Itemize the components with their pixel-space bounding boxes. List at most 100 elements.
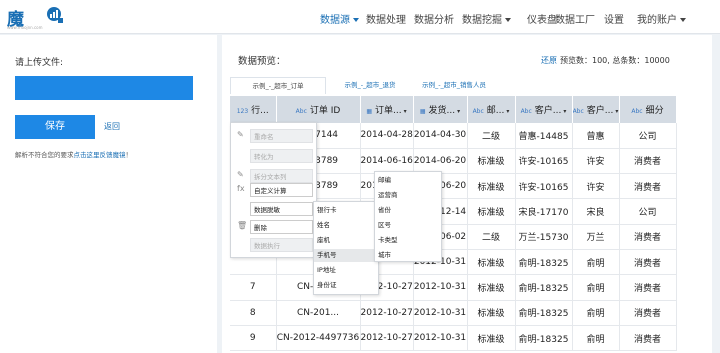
table-cell: 俞明 bbox=[572, 274, 620, 301]
column-name: 客户... bbox=[586, 106, 614, 116]
table-cell: 消费者 bbox=[619, 224, 677, 250]
chevron-down-icon[interactable]: ▾ bbox=[563, 108, 566, 115]
nav-item-5[interactable]: 数据工厂 bbox=[555, 11, 595, 26]
mask-submenu-item[interactable]: 姓名 bbox=[317, 219, 330, 232]
nav-item-3[interactable]: 数据挖掘 bbox=[462, 11, 511, 26]
column-header[interactable]: ▦ 订单... ▾ bbox=[360, 96, 414, 123]
nav-item-1[interactable]: 数据处理 bbox=[366, 11, 406, 26]
column-type-icon: Abc bbox=[472, 108, 484, 115]
table-cell: 标准级 bbox=[467, 148, 516, 175]
region-submenu-item[interactable]: 区号 bbox=[378, 219, 391, 232]
column-header[interactable]: Abc 订单 ID bbox=[276, 96, 361, 123]
hint-end: ！ bbox=[125, 151, 133, 159]
table-cell: 8 bbox=[230, 300, 277, 326]
context-menu-item[interactable]: 数据脱敏 bbox=[250, 202, 313, 216]
tab-orders[interactable]: 示例_-_超市_订单 bbox=[230, 77, 326, 94]
feedback-hint: 解析不符合您的要求点击这里反馈魔镜！ bbox=[15, 149, 132, 159]
table-header-row: 123 行... Abc 订单 ID ▦ 订单... ▾ ▦ 发货... ▾ Abc 邮... ▾ Abc… bbox=[230, 96, 677, 123]
chevron-down-icon bbox=[505, 18, 511, 22]
table-cell: 曾惠 bbox=[572, 123, 620, 149]
chevron-down-icon[interactable]: ▾ bbox=[506, 108, 509, 115]
table-cell: 俞明 bbox=[572, 300, 620, 326]
table-cell: 消费者 bbox=[619, 249, 677, 276]
table-cell: 2014-04-30 bbox=[413, 123, 468, 149]
table-cell: 2014-06-20 bbox=[413, 148, 468, 175]
table-cell: 许安 bbox=[572, 148, 620, 175]
table-cell: 标准级 bbox=[467, 173, 516, 200]
chevron-down-icon[interactable]: ▾ bbox=[457, 108, 460, 115]
mask-submenu-item[interactable]: 身份证 bbox=[317, 279, 337, 292]
top-navbar: 魔镜 www.moojnn.com 数据源数据处理数据分析数据挖掘仪表盘数据工厂… bbox=[0, 0, 720, 55]
chevron-down-icon bbox=[680, 18, 686, 22]
table-cell: 俞明-18325 bbox=[515, 300, 573, 326]
table-cell: 标准级 bbox=[467, 198, 516, 225]
table-cell: 2012-10-31 bbox=[413, 274, 468, 301]
mask-submenu-item[interactable]: 银行卡 bbox=[317, 204, 337, 217]
column-type-icon: Abc bbox=[572, 108, 584, 115]
nav-item-4[interactable]: 仪表盘 bbox=[527, 11, 557, 26]
column-type-icon: 123 bbox=[236, 108, 249, 115]
column-header[interactable]: 123 行... bbox=[230, 96, 277, 123]
nav-item-0[interactable]: 数据源 bbox=[320, 11, 359, 26]
column-name: 邮... bbox=[486, 106, 505, 116]
column-header[interactable]: Abc 客户... ▾ bbox=[515, 96, 573, 123]
table-cell: 宋良 bbox=[572, 198, 620, 225]
column-header[interactable]: Abc 细分 bbox=[619, 96, 677, 123]
mask-submenu: 银行卡姓名座机手机号 IP地址身份证 bbox=[313, 201, 379, 295]
table-cell: 标准级 bbox=[467, 325, 516, 352]
table-cell: 许安-10165 bbox=[515, 173, 573, 200]
mask-submenu-item[interactable]: IP地址 bbox=[317, 264, 336, 277]
column-header[interactable]: ▦ 发货... ▾ bbox=[413, 96, 468, 123]
column-type-icon: Abc bbox=[631, 108, 643, 115]
trash-icon: 🗑 bbox=[237, 221, 248, 230]
table-cell: 俞明 bbox=[572, 325, 620, 352]
restore-link[interactable]: 还原 bbox=[541, 55, 557, 66]
region-submenu-item[interactable]: 省份 bbox=[378, 204, 391, 217]
feedback-link[interactable]: 点击这里反馈魔镜 bbox=[74, 151, 126, 159]
table-cell: 标准级 bbox=[467, 274, 516, 301]
nav-item-label: 数据挖掘 bbox=[462, 15, 502, 26]
table-cell: 公司 bbox=[619, 198, 677, 225]
tab-returns[interactable]: 示例_-_超市_退货 bbox=[330, 77, 410, 94]
table-cell: 二级 bbox=[467, 224, 516, 250]
table-cell: 2014-06-16 bbox=[360, 148, 414, 175]
column-header[interactable]: Abc 客户... ▾ bbox=[572, 96, 620, 123]
context-menu-item[interactable]: 删除 bbox=[250, 220, 313, 234]
back-link[interactable]: 返回 bbox=[104, 121, 120, 132]
table-cell: 2012-10-31 bbox=[413, 325, 468, 352]
region-submenu-item[interactable]: 运营商 bbox=[378, 189, 398, 202]
table-cell: 万兰 bbox=[572, 224, 620, 250]
save-button[interactable]: 保存 bbox=[15, 115, 95, 139]
pencil-icon: ✎ bbox=[237, 130, 244, 139]
file-upload-button[interactable] bbox=[15, 76, 193, 100]
mask-submenu-item[interactable]: 手机号 bbox=[314, 249, 378, 262]
context-menu-item[interactable]: 自定义计算 bbox=[250, 183, 313, 197]
chevron-down-icon[interactable]: ▾ bbox=[615, 108, 618, 115]
nav-item-7[interactable]: 我的账户 bbox=[637, 11, 686, 26]
table-cell: 消费者 bbox=[619, 274, 677, 301]
table-cell: 宋良-17170 bbox=[515, 198, 573, 225]
column-name: 订单 ID bbox=[309, 106, 341, 116]
preview-count: 预览数：100, 总条数：10000 bbox=[560, 56, 670, 65]
table-row: 8 CN-201... 2012-10-27 2012-10-31 标准级 俞明-1832… bbox=[230, 300, 677, 326]
table-cell: 2014-04-28 bbox=[360, 123, 414, 149]
mask-submenu-item[interactable]: 座机 bbox=[317, 234, 330, 247]
nav-item-6[interactable]: 设置 bbox=[604, 11, 624, 26]
column-header[interactable]: Abc 邮... ▾ bbox=[467, 96, 516, 123]
context-menu-item: 数据执行 bbox=[250, 238, 313, 252]
table-cell: 消费者 bbox=[619, 300, 677, 326]
table-cell: 9 bbox=[230, 325, 277, 352]
table-cell: 消费者 bbox=[619, 148, 677, 175]
table-cell: 许安 bbox=[572, 173, 620, 200]
region-submenu-item[interactable]: 邮编 bbox=[378, 174, 391, 187]
chevron-down-icon[interactable]: ▾ bbox=[404, 108, 407, 115]
calendar-icon: ▦ bbox=[366, 108, 373, 115]
table-cell: 2012-10-31 bbox=[413, 300, 468, 326]
nav-item-label: 数据源 bbox=[320, 15, 350, 26]
region-submenu-item[interactable]: 城市 bbox=[378, 249, 391, 262]
main-nav: 数据源 数据处理 数据分析 数据挖掘 仪表盘 数据工厂 设置 我的账户 bbox=[0, 11, 720, 26]
nav-item-2[interactable]: 数据分析 bbox=[414, 11, 454, 26]
tab-salespeople[interactable]: 示例_-_超市_销售人员 bbox=[415, 77, 493, 94]
region-submenu-item[interactable]: 卡类型 bbox=[378, 234, 398, 247]
table-cell: 标准级 bbox=[467, 249, 516, 276]
